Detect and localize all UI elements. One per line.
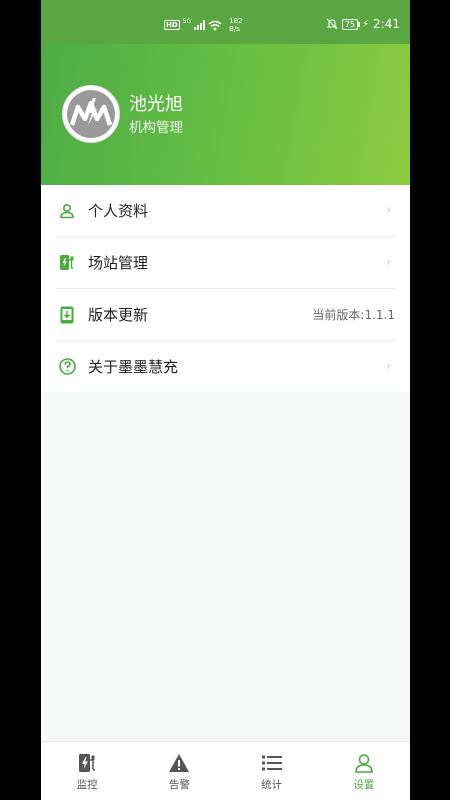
bell-off-icon: [326, 18, 338, 30]
menu-right-profile: ›: [386, 185, 395, 236]
menu-right-stations: ›: [386, 237, 395, 288]
tab-label-alarm: 告警: [168, 779, 190, 791]
settings-menu: 个人资料 › 场站管理 › 版本更新 当前版本:1.1.1 关于墨墨慧充 ›: [41, 185, 410, 392]
network-type: 5G: [182, 17, 192, 25]
profile-header: 池光旭 机构管理: [41, 44, 410, 185]
wifi-icon: [208, 20, 222, 30]
tab-monitor[interactable]: 监控: [41, 742, 133, 800]
tab-settings[interactable]: 设置: [318, 742, 410, 800]
menu-label-about: 关于墨墨慧充: [88, 358, 179, 376]
user-name: 池光旭: [129, 94, 183, 115]
hd-badge: HD: [164, 20, 180, 30]
charging-bolt-icon: ⚡: [362, 18, 370, 30]
tab-alarm[interactable]: 告警: [133, 742, 225, 800]
logo-icon: [67, 90, 115, 138]
tab-label-monitor: 监控: [76, 779, 98, 791]
bottom-tab-bar: 监控 告警 统计 设置: [41, 741, 410, 800]
status-bar: HD 5G 182 B/s 75 ⚡ 2:41: [41, 0, 410, 44]
menu-item-update[interactable]: 版本更新 当前版本:1.1.1: [56, 289, 395, 341]
menu-right-update: 当前版本:1.1.1: [312, 289, 395, 340]
net-speed-value: 182: [229, 17, 243, 25]
charger-icon: [76, 752, 98, 774]
menu-label-profile: 个人资料: [88, 202, 149, 220]
menu-label-stations: 场站管理: [88, 254, 149, 272]
user-role: 机构管理: [129, 120, 183, 136]
app-screen: HD 5G 182 B/s 75 ⚡ 2:41 池光旭 机构管理 个人资料 › …: [41, 0, 410, 800]
menu-label-update: 版本更新: [88, 306, 149, 324]
status-right: 75 ⚡ 2:41: [326, 17, 400, 31]
tab-label-statistics: 统计: [261, 779, 283, 791]
list-icon: [261, 752, 283, 774]
battery-icon: 75: [341, 18, 361, 30]
chevron-right-icon: ›: [385, 359, 391, 374]
signal-icon: [194, 20, 206, 30]
help-circle-icon: [58, 358, 76, 376]
user-settings-icon: [353, 752, 375, 774]
charging-station-icon: [58, 254, 76, 272]
clock: 2:41: [373, 17, 400, 31]
avatar[interactable]: [62, 85, 120, 143]
chevron-right-icon: ›: [385, 255, 391, 270]
status-left: HD 5G 182 B/s: [164, 17, 243, 33]
net-speed-unit: B/s: [229, 25, 240, 33]
chevron-right-icon: ›: [385, 203, 391, 218]
tab-statistics[interactable]: 统计: [226, 742, 318, 800]
menu-right-about: ›: [386, 341, 395, 392]
net-speed: 182 B/s: [229, 17, 242, 33]
person-icon: [58, 202, 76, 220]
phone-download-icon: [58, 306, 76, 324]
tab-label-settings: 设置: [353, 779, 375, 791]
warning-icon: [168, 752, 190, 774]
current-version: 当前版本:1.1.1: [312, 308, 395, 322]
menu-item-about[interactable]: 关于墨墨慧充 ›: [56, 341, 395, 392]
menu-item-profile[interactable]: 个人资料 ›: [56, 185, 395, 237]
menu-item-stations[interactable]: 场站管理 ›: [56, 237, 395, 289]
